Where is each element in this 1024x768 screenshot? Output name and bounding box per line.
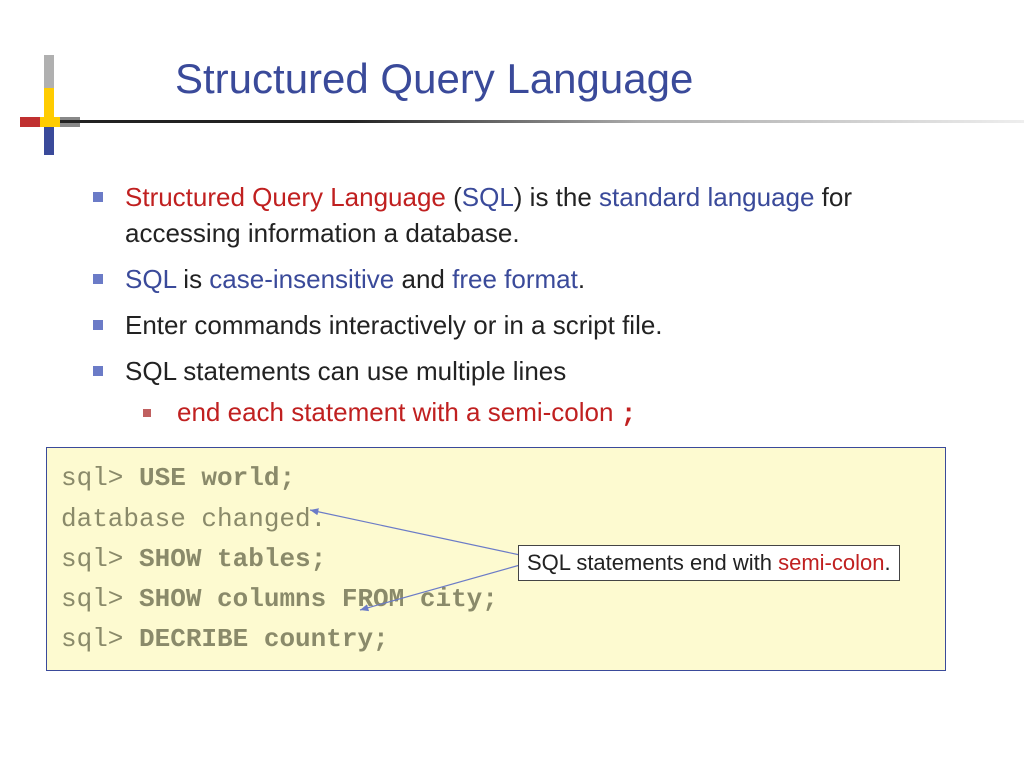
prompt-5: sql> bbox=[61, 624, 139, 654]
b4-sub-semi: ; bbox=[621, 399, 637, 429]
code-line-2: database changed. bbox=[61, 499, 931, 539]
sub-bullet-1: end each statement with a semi-colon ; bbox=[125, 395, 964, 433]
b2-mid2: and bbox=[394, 264, 452, 294]
cmd-3: SHOW tables; bbox=[139, 544, 326, 574]
b1-red: Structured Query Language bbox=[125, 182, 446, 212]
code-line-5: sql> DECRIBE country; bbox=[61, 619, 931, 659]
sub-bullet-list: end each statement with a semi-colon ; bbox=[125, 395, 964, 433]
callout-red: semi-colon bbox=[778, 550, 884, 575]
code-line-4: sql> SHOW columns FROM city; bbox=[61, 579, 931, 619]
bullet-2: SQL is case-insensitive and free format. bbox=[85, 262, 964, 298]
title-divider bbox=[60, 120, 1024, 123]
prompt-4: sql> bbox=[61, 584, 139, 614]
b2-blue2: case-insensitive bbox=[209, 264, 394, 294]
b1-blue1: SQL bbox=[462, 182, 514, 212]
bullet-1: Structured Query Language (SQL) is the s… bbox=[85, 180, 964, 252]
prompt-3: sql> bbox=[61, 544, 139, 574]
callout-box: SQL statements end with semi-colon. bbox=[518, 545, 900, 581]
code-line-1: sql> USE world; bbox=[61, 458, 931, 498]
callout-text: SQL statements end with bbox=[527, 550, 778, 575]
b2-tail: . bbox=[578, 264, 585, 294]
b4-sub-text: end each statement with a semi-colon bbox=[177, 397, 621, 427]
bullet-3: Enter commands interactively or in a scr… bbox=[85, 308, 964, 344]
b2-blue1: SQL bbox=[125, 264, 176, 294]
page-title: Structured Query Language bbox=[0, 55, 1024, 103]
cmd-4: SHOW columns FROM city; bbox=[139, 584, 498, 614]
b1-mid1: ) is the bbox=[514, 182, 599, 212]
b4-text: SQL statements can use multiple lines bbox=[125, 356, 566, 386]
cmd-1: USE world; bbox=[139, 463, 295, 493]
header: Structured Query Language bbox=[0, 0, 1024, 135]
callout-tail: . bbox=[884, 550, 890, 575]
b1-blue2: standard language bbox=[599, 182, 814, 212]
bullet-4: SQL statements can use multiple lines en… bbox=[85, 354, 964, 434]
b1-paren: ( bbox=[446, 182, 462, 212]
b2-blue3: free format bbox=[452, 264, 578, 294]
cmd-5: DECRIBE country; bbox=[139, 624, 389, 654]
corner-decoration bbox=[20, 55, 80, 155]
slide: Structured Query Language Structured Que… bbox=[0, 0, 1024, 768]
bullet-list: Structured Query Language (SQL) is the s… bbox=[85, 180, 964, 433]
content-area: Structured Query Language (SQL) is the s… bbox=[0, 135, 1024, 433]
b2-mid1: is bbox=[176, 264, 209, 294]
prompt-1: sql> bbox=[61, 463, 139, 493]
